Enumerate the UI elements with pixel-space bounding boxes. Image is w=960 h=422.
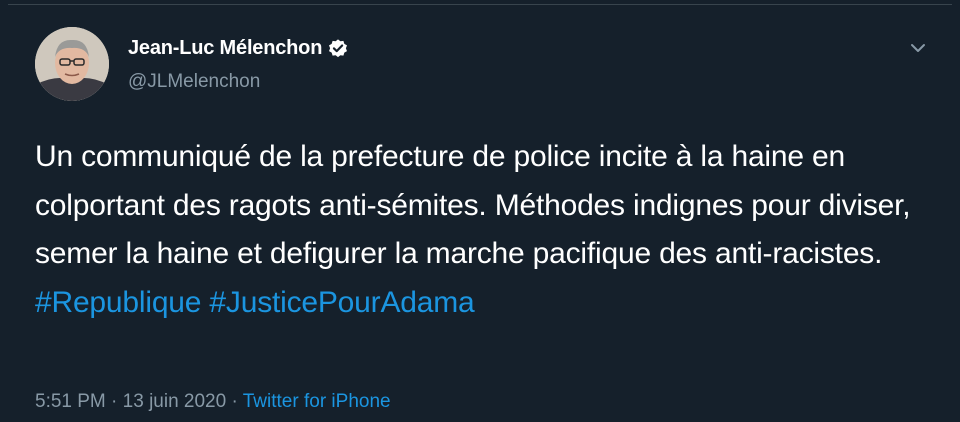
tweet-time[interactable]: 5:51 PM — [35, 391, 106, 412]
author-name[interactable]: Jean-Luc Mélenchon — [128, 37, 322, 60]
author-handle[interactable]: @JLMelenchon — [128, 71, 260, 93]
meta-separator: · — [111, 391, 118, 412]
tweet-meta: 5:51 PM · 13 juin 2020 · Twitter for iPh… — [35, 391, 391, 413]
meta-separator: · — [231, 391, 238, 412]
hashtag-link[interactable]: #Republique — [35, 286, 201, 319]
tweet-source-link[interactable]: Twitter for iPhone — [243, 391, 391, 412]
tweet-text: Un communiqué de la prefecture de police… — [35, 133, 935, 327]
avatar-image — [35, 27, 109, 101]
verified-badge-icon — [327, 38, 349, 60]
chevron-down-icon[interactable] — [908, 41, 928, 55]
author-name-row: Jean-Luc Mélenchon — [128, 37, 349, 60]
hashtag-link[interactable]: #JusticePourAdama — [209, 286, 474, 319]
tweet-body: Un communiqué de la prefecture de police… — [35, 140, 911, 270]
tweet-card: Jean-Luc Mélenchon @JLMelenchon Un commu… — [8, 4, 952, 418]
avatar[interactable] — [35, 27, 109, 101]
tweet-date[interactable]: 13 juin 2020 — [123, 391, 227, 412]
